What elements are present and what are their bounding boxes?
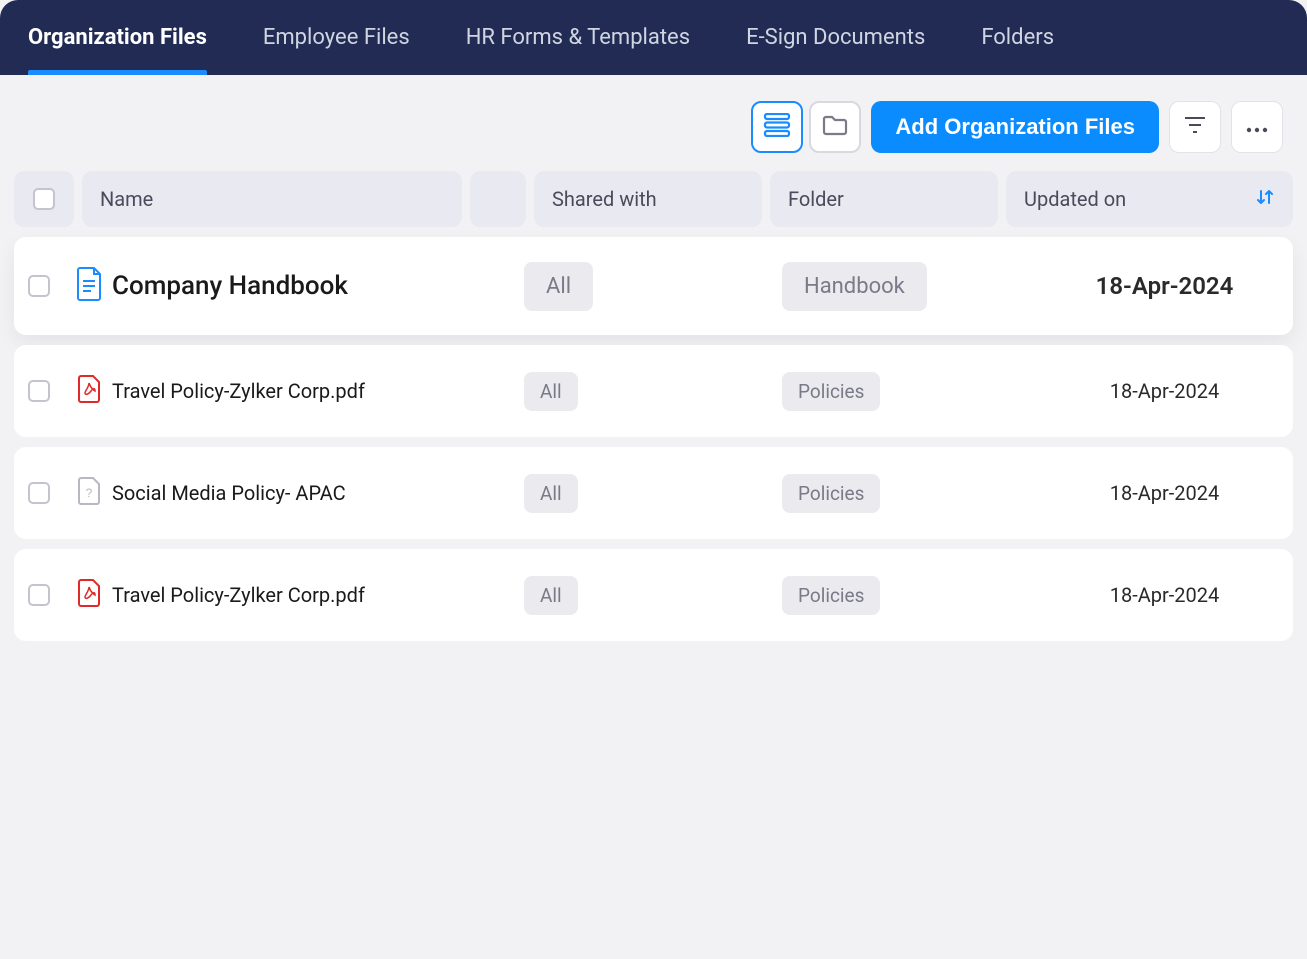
files-table: Name Shared with Folder Updated on	[0, 171, 1307, 641]
file-name: Company Handbook	[112, 271, 524, 301]
file-type-icon-cell	[68, 578, 112, 612]
file-name: Travel Policy-Zylker Corp.pdf	[112, 583, 524, 607]
updated-on-cell: 18-Apr-2024	[1050, 583, 1279, 607]
file-type-icon-cell: ?	[68, 476, 112, 510]
shared-with-tag: All	[524, 372, 578, 411]
column-label: Shared with	[552, 187, 657, 211]
more-horizontal-icon	[1246, 118, 1268, 137]
tab-folders[interactable]: Folders	[953, 0, 1082, 75]
sort-icon	[1255, 187, 1275, 212]
tab-esign-documents[interactable]: E-Sign Documents	[718, 0, 953, 75]
row-checkbox[interactable]	[28, 482, 50, 504]
folder-tag: Policies	[782, 372, 880, 411]
row-checkbox[interactable]	[28, 584, 50, 606]
column-header-name[interactable]: Name	[82, 171, 462, 227]
updated-on-cell: 18-Apr-2024	[1050, 481, 1279, 505]
row-checkbox[interactable]	[28, 275, 50, 297]
filter-icon	[1184, 116, 1206, 138]
select-all-cell	[14, 171, 74, 227]
file-name: Travel Policy-Zylker Corp.pdf	[112, 379, 524, 403]
folder-view-button[interactable]	[809, 101, 861, 153]
folder-cell: Policies	[782, 474, 1050, 513]
row-checkbox-cell	[28, 584, 68, 606]
toolbar: Add Organization Files	[0, 75, 1307, 171]
filter-button[interactable]	[1169, 101, 1221, 153]
shared-with-tag: All	[524, 474, 578, 513]
folder-tag: Policies	[782, 576, 880, 615]
more-options-button[interactable]	[1231, 101, 1283, 153]
column-label: Folder	[788, 187, 844, 211]
folder-cell: Policies	[782, 372, 1050, 411]
file-type-icon-cell	[68, 266, 112, 306]
pdf-icon	[77, 374, 103, 408]
view-toggle	[751, 101, 861, 153]
folder-icon	[821, 113, 849, 141]
shared-with-cell: All	[524, 262, 782, 311]
column-header-folder[interactable]: Folder	[770, 171, 998, 227]
column-header-spacer	[470, 171, 526, 227]
folder-tag: Policies	[782, 474, 880, 513]
file-type-icon-cell	[68, 374, 112, 408]
row-checkbox-cell	[28, 380, 68, 402]
document-icon	[75, 266, 105, 306]
column-header-updated-on[interactable]: Updated on	[1006, 171, 1293, 227]
shared-with-tag: All	[524, 262, 593, 311]
row-checkbox[interactable]	[28, 380, 50, 402]
column-label: Name	[100, 187, 153, 211]
folder-cell: Handbook	[782, 262, 1050, 311]
list-view-button[interactable]	[751, 101, 803, 153]
file-name: Social Media Policy- APAC	[112, 481, 524, 505]
unknown-file-icon: ?	[77, 476, 103, 510]
shared-with-cell: All	[524, 474, 782, 513]
shared-with-cell: All	[524, 576, 782, 615]
list-icon	[763, 113, 791, 141]
file-row[interactable]: Travel Policy-Zylker Corp.pdf All Polici…	[14, 345, 1293, 437]
folder-cell: Policies	[782, 576, 1050, 615]
file-row[interactable]: ? Social Media Policy- APAC All Policies…	[14, 447, 1293, 539]
file-row[interactable]: Travel Policy-Zylker Corp.pdf All Polici…	[14, 549, 1293, 641]
folder-tag: Handbook	[782, 262, 927, 311]
shared-with-tag: All	[524, 576, 578, 615]
svg-text:?: ?	[86, 486, 93, 500]
add-organization-files-button[interactable]: Add Organization Files	[871, 101, 1159, 153]
tab-employee-files[interactable]: Employee Files	[235, 0, 438, 75]
column-label: Updated on	[1024, 187, 1126, 211]
updated-on-cell: 18-Apr-2024	[1050, 272, 1279, 300]
shared-with-cell: All	[524, 372, 782, 411]
file-row[interactable]: Company Handbook All Handbook 18-Apr-202…	[14, 237, 1293, 335]
updated-on-cell: 18-Apr-2024	[1050, 379, 1279, 403]
tabs-bar: Organization Files Employee Files HR For…	[0, 0, 1307, 75]
column-header-shared-with[interactable]: Shared with	[534, 171, 762, 227]
pdf-icon	[77, 578, 103, 612]
select-all-checkbox[interactable]	[33, 188, 55, 210]
row-checkbox-cell	[28, 275, 68, 297]
tab-hr-forms-templates[interactable]: HR Forms & Templates	[438, 0, 718, 75]
row-checkbox-cell	[28, 482, 68, 504]
table-header: Name Shared with Folder Updated on	[14, 171, 1293, 227]
tab-organization-files[interactable]: Organization Files	[0, 0, 235, 75]
